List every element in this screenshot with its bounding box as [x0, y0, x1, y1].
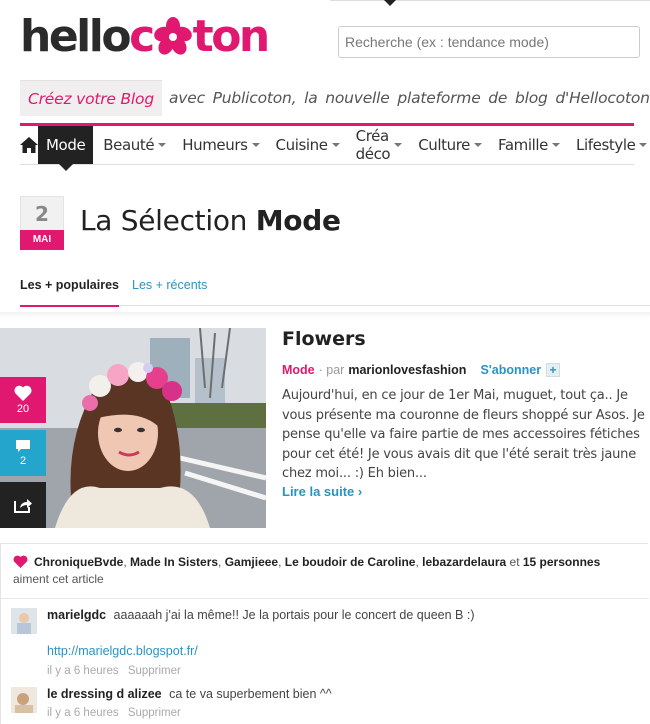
date-day: 2 [20, 196, 64, 230]
comment-time: il y a 6 heures [47, 707, 119, 719]
read-more-link[interactable]: Lire la suite › [282, 484, 362, 499]
nav-label: Mode [46, 136, 86, 154]
like-button[interactable]: 20 [0, 377, 46, 423]
likes-others-link[interactable]: 15 personnes [523, 555, 600, 569]
likes-suffix: aiment cet article [13, 572, 104, 586]
logo-text-hello: hello [20, 11, 132, 62]
delete-comment-link[interactable]: Supprimer [128, 707, 181, 719]
liker-link[interactable]: lebazardelaura [422, 555, 506, 569]
article-title[interactable]: Flowers [282, 328, 366, 350]
logo-text-ton: ton [192, 11, 271, 62]
caret-down-icon [331, 143, 340, 147]
likes-summary: ChroniqueBvde, Made In Sisters, Gamjieee… [13, 555, 601, 586]
page-title: La Sélection Mode [80, 204, 341, 237]
nav-item-culture[interactable]: Culture [410, 126, 490, 164]
liker-link[interactable]: Le boudoir de Caroline [285, 555, 416, 569]
comment-count: 2 [19, 455, 27, 467]
create-blog-link[interactable]: Créez votre Blog [20, 80, 162, 116]
liker-link[interactable]: Made In Sisters [130, 555, 218, 569]
hellocoton-logo[interactable]: hello c ton [20, 11, 271, 62]
main-nav: Mode Beauté Humeurs Cuisine Créa déco Cu… [20, 123, 648, 171]
nav-label: Cuisine [275, 136, 328, 154]
nav-label: Humeurs [182, 136, 248, 154]
nav-item-famille[interactable]: Famille [490, 126, 568, 164]
comment-line: marielgdc aaaaaah j'ai la même!! Je la p… [47, 608, 627, 622]
caret-down-icon [639, 143, 648, 147]
nav-label: Famille [498, 136, 549, 154]
nav-label: Culture [418, 136, 471, 154]
avatar[interactable] [11, 608, 37, 634]
sort-tabs: Les + populaires Les + récents [20, 268, 650, 307]
comment-text: ca te va superbement bien ^^ [169, 687, 332, 701]
page-title-category: Mode [255, 204, 341, 237]
avatar[interactable] [11, 687, 37, 713]
nav-item-mode[interactable]: Mode [38, 126, 94, 171]
subscribe-plus-button[interactable]: + [546, 363, 561, 377]
liker-link[interactable]: ChroniqueBvde [34, 555, 123, 569]
promo-text: avec Publicoton, la nouvelle plateforme … [168, 89, 650, 107]
article-excerpt: Aujourd'hui, en ce jour de 1er Mai, mugu… [282, 388, 645, 481]
top-notch [384, 0, 396, 6]
date-badge: 2 MAI [20, 196, 64, 250]
caret-down-icon [394, 143, 403, 147]
nav-item-lifestyle[interactable]: Lifestyle [568, 126, 650, 164]
home-button[interactable] [20, 126, 38, 164]
comment-footer: il y a 6 heures Supprimer [47, 707, 187, 719]
comment-line: le dressing d alizee ca te va superbemen… [47, 687, 627, 701]
comment-text: aaaaaah j'ai la même!! Je la portais pou… [113, 608, 475, 622]
subscribe-link[interactable]: S'abonner [480, 363, 541, 377]
nav-label: Créa déco [355, 127, 391, 163]
home-icon [20, 137, 38, 153]
caret-down-icon [552, 143, 561, 147]
nav-item-crea-deco[interactable]: Créa déco [348, 126, 411, 164]
heart-icon [13, 555, 28, 568]
date-month: MAI [20, 230, 64, 250]
comment-author[interactable]: marielgdc [47, 608, 106, 622]
caret-down-icon [158, 143, 167, 147]
article-meta: Mode · par marionlovesfashion S'abonner … [282, 363, 561, 377]
promo-banner[interactable]: Créez votre Blog avec Publicoton, la nou… [20, 80, 650, 116]
share-button[interactable] [0, 482, 46, 528]
liker-link[interactable]: Gamjieee [225, 555, 278, 569]
article-category-link[interactable]: Mode [282, 363, 315, 377]
top-rule [330, 0, 650, 1]
nav-label: Lifestyle [576, 136, 636, 154]
flower-logo-icon [153, 16, 192, 55]
share-icon [14, 499, 32, 513]
tab-recent[interactable]: Les + récents [132, 278, 207, 292]
page-title-prefix: La Sélection [80, 204, 248, 237]
author-link[interactable]: marionlovesfashion [348, 363, 466, 377]
comment-footer: il y a 6 heures Supprimer [47, 665, 187, 677]
speech-bubble-icon [16, 440, 30, 452]
comment-button[interactable]: 2 [0, 430, 46, 476]
comment-time: il y a 6 heures [47, 665, 119, 677]
caret-down-icon [251, 143, 260, 147]
comment-author[interactable]: le dressing d alizee [47, 687, 162, 701]
search-input[interactable] [338, 26, 640, 58]
nav-item-cuisine[interactable]: Cuisine [268, 126, 348, 164]
comment-link[interactable]: http://marielgdc.blogspot.fr/ [47, 644, 198, 658]
engagement-box: ChroniqueBvde, Made In Sisters, Gamjieee… [0, 543, 649, 724]
by-label: · par [318, 363, 345, 377]
heart-icon [14, 385, 32, 401]
delete-comment-link[interactable]: Supprimer [128, 665, 181, 677]
logo-letter-c: c [129, 11, 155, 62]
divider [1, 598, 649, 599]
likes-and: et [509, 555, 520, 569]
nav-item-humeurs[interactable]: Humeurs [174, 126, 267, 164]
tab-popular[interactable]: Les + populaires [20, 278, 119, 307]
section-divider [0, 312, 650, 318]
like-count: 20 [16, 403, 30, 415]
caret-down-icon [474, 143, 483, 147]
nav-item-beaute[interactable]: Beauté [95, 126, 174, 164]
nav-label: Beauté [103, 136, 155, 154]
